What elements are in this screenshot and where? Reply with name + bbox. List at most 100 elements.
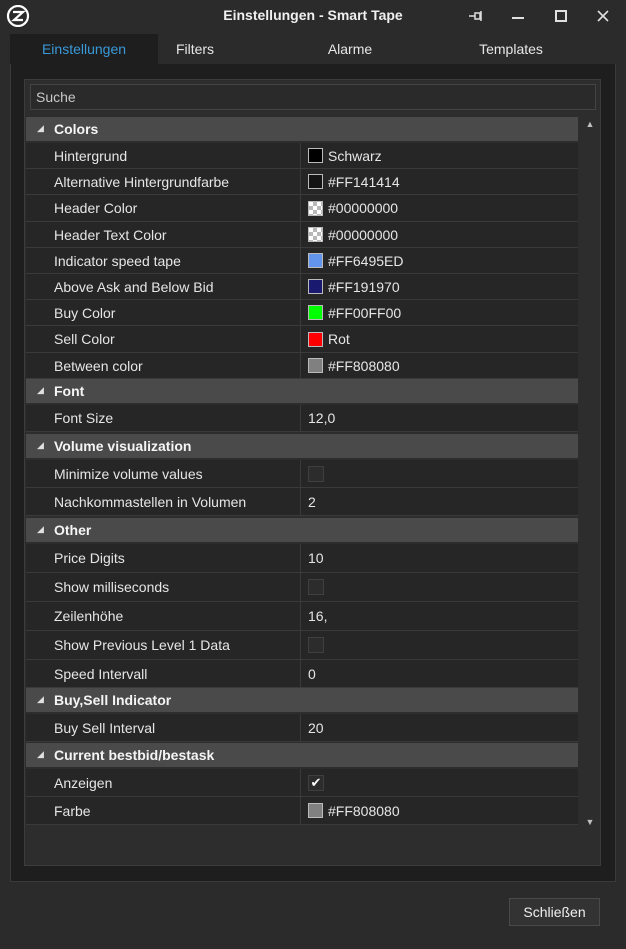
collapse-triangle-icon[interactable]: ◢ [37, 440, 44, 451]
property-value[interactable]: #FF191970 [308, 274, 578, 299]
category-label: Buy,Sell Indicator [54, 692, 172, 708]
checkbox[interactable] [308, 637, 324, 653]
property-value[interactable]: #FF6495ED [308, 248, 578, 273]
property-row-hintergrund[interactable]: Hintergrund Schwarz [26, 143, 578, 169]
scroll-down-arrow-icon[interactable]: ▼ [580, 817, 600, 827]
property-row-header-color[interactable]: Header Color #00000000 [26, 195, 578, 222]
property-value[interactable]: 20 [308, 714, 578, 741]
value-text: #FF00FF00 [328, 304, 402, 321]
property-name: Show Previous Level 1 Data [54, 631, 301, 659]
color-swatch [308, 331, 323, 347]
property-row-buy-color[interactable]: Buy Color #FF00FF00 [26, 300, 578, 326]
property-value[interactable]: #00000000 [308, 222, 578, 247]
property-row-header-text-color[interactable]: Header Text Color #00000000 [26, 222, 578, 248]
category-label: Other [54, 522, 92, 538]
property-row-price-digits[interactable]: Price Digits 10 [26, 544, 578, 573]
property-name: Speed Intervall [54, 660, 301, 687]
category-label: Font [54, 383, 85, 399]
property-row-sell-color[interactable]: Sell Color Rot [26, 326, 578, 353]
tab-einstellungen[interactable]: Einstellungen [10, 34, 158, 64]
property-row-between-color[interactable]: Between color #FF808080 [26, 353, 578, 379]
close-window-button[interactable] [588, 4, 618, 28]
maximize-button[interactable] [546, 4, 576, 28]
checkmark-icon: ✔ [310, 774, 322, 790]
property-value [308, 631, 578, 659]
scroll-up-arrow-icon[interactable]: ▲ [580, 119, 600, 129]
property-name: Sell Color [54, 326, 301, 352]
vertical-scrollbar[interactable]: ▲ ▼ [580, 117, 600, 829]
checkbox[interactable] [308, 465, 324, 482]
property-value[interactable]: #FF808080 [308, 797, 578, 824]
checkbox[interactable] [308, 579, 324, 595]
scrollbar-thumb[interactable] [586, 135, 594, 811]
title-bar: Einstellungen - Smart Tape [0, 0, 626, 32]
property-value[interactable]: #FF141414 [308, 169, 578, 194]
property-value[interactable]: 16, [308, 602, 578, 630]
property-value[interactable]: Rot [308, 326, 578, 352]
property-row-alt-background[interactable]: Alternative Hintergrundfarbe #FF141414 [26, 169, 578, 195]
property-row-minimize-volume[interactable]: Minimize volume values [26, 460, 578, 488]
property-value[interactable]: 0 [308, 660, 578, 687]
property-value[interactable]: 12,0 [308, 405, 578, 431]
color-swatch [308, 174, 323, 189]
tab-templates[interactable]: Templates [460, 34, 562, 64]
category-buy-sell-indicator[interactable]: ◢ Buy,Sell Indicator [26, 688, 578, 712]
property-row-indicator-speed-tape[interactable]: Indicator speed tape #FF6495ED [26, 248, 578, 274]
property-value[interactable]: #00000000 [308, 195, 578, 221]
collapse-triangle-icon[interactable]: ◢ [37, 694, 44, 705]
property-row-font-size[interactable]: Font Size 12,0 [26, 405, 578, 432]
pin-button[interactable] [461, 4, 491, 28]
property-row-nachkommastellen[interactable]: Nachkommastellen in Volumen 2 [26, 488, 578, 516]
property-grid: ◢ Colors Hintergrund Schwarz Alternative… [26, 117, 578, 829]
value-text: #FF808080 [328, 357, 400, 374]
property-name: Header Text Color [54, 222, 301, 247]
value-text: #FF141414 [328, 173, 400, 190]
collapse-triangle-icon[interactable]: ◢ [37, 385, 44, 396]
search-input[interactable]: Suche [30, 84, 596, 110]
tab-bar: Einstellungen Filters Alarme Templates [10, 34, 616, 64]
collapse-triangle-icon[interactable]: ◢ [37, 749, 44, 760]
property-name: Price Digits [54, 544, 301, 572]
property-row-show-previous-level1[interactable]: Show Previous Level 1 Data [26, 631, 578, 660]
property-row-above-ask[interactable]: Above Ask and Below Bid #FF191970 [26, 274, 578, 300]
color-swatch [308, 358, 323, 373]
category-label: Volume visualization [54, 438, 192, 454]
category-label: Colors [54, 121, 99, 137]
property-name: Between color [54, 353, 301, 378]
category-font[interactable]: ◢ Font [26, 379, 578, 403]
color-swatch [308, 253, 323, 268]
value-text: #FF808080 [328, 802, 400, 819]
property-value[interactable]: 10 [308, 544, 578, 572]
category-current-bestbid-bestask[interactable]: ◢ Current bestbid/bestask [26, 743, 578, 767]
property-value[interactable]: Schwarz [308, 143, 578, 168]
category-volume-visualization[interactable]: ◢ Volume visualization [26, 434, 578, 458]
property-value[interactable]: 2 [308, 488, 578, 515]
minimize-button[interactable] [503, 4, 533, 28]
collapse-triangle-icon[interactable]: ◢ [37, 524, 44, 535]
property-row-farbe[interactable]: Farbe #FF808080 [26, 797, 578, 825]
property-name: Hintergrund [54, 143, 301, 168]
property-name: Zeilenhöhe [54, 602, 301, 630]
checkbox-checked[interactable]: ✔ [308, 774, 324, 791]
category-other[interactable]: ◢ Other [26, 518, 578, 542]
value-text: #FF6495ED [328, 252, 404, 269]
tab-alarme[interactable]: Alarme [300, 34, 400, 64]
property-row-zeilenhoehe[interactable]: Zeilenhöhe 16, [26, 602, 578, 631]
property-row-buy-sell-interval[interactable]: Buy Sell Interval 20 [26, 714, 578, 742]
collapse-triangle-icon[interactable]: ◢ [37, 123, 44, 134]
property-row-show-milliseconds[interactable]: Show milliseconds [26, 573, 578, 602]
property-value[interactable]: #FF808080 [308, 353, 578, 378]
tab-filters[interactable]: Filters [158, 34, 232, 64]
maximize-icon [555, 10, 567, 22]
property-name: Minimize volume values [54, 460, 301, 487]
property-row-anzeigen[interactable]: Anzeigen ✔ [26, 769, 578, 797]
property-value [308, 573, 578, 601]
category-colors[interactable]: ◢ Colors [26, 117, 578, 141]
close-button[interactable]: Schließen [509, 898, 600, 926]
property-value: ✔ [308, 769, 578, 796]
property-name: Anzeigen [54, 769, 301, 796]
property-row-speed-intervall[interactable]: Speed Intervall 0 [26, 660, 578, 688]
value-text: Rot [328, 331, 350, 347]
property-name: Buy Color [54, 300, 301, 325]
property-value[interactable]: #FF00FF00 [308, 300, 578, 325]
